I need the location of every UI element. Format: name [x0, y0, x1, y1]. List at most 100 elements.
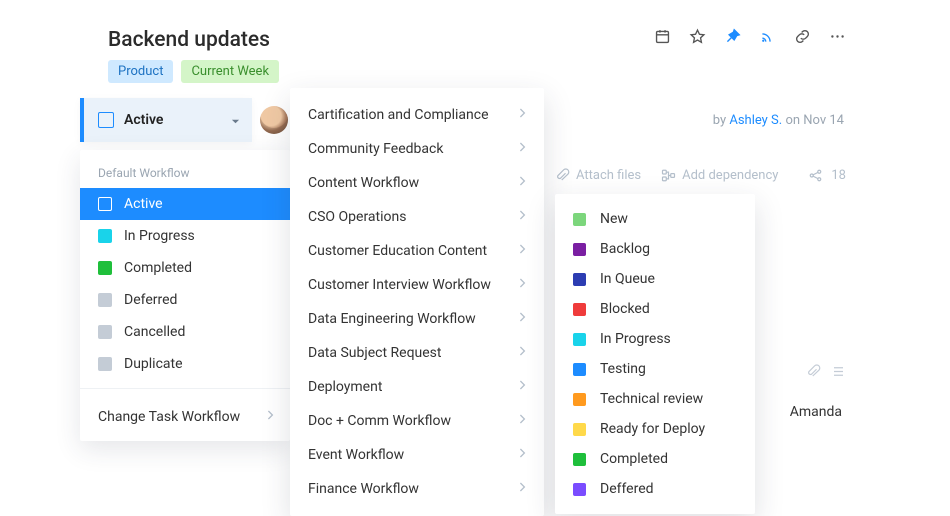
status-color-swatch — [98, 261, 112, 275]
workflow-status-label: New — [600, 211, 628, 227]
author-link[interactable]: Ashley S. — [729, 113, 782, 128]
workflow-status-option[interactable]: Backlog — [555, 234, 755, 264]
more-icon[interactable] — [829, 28, 846, 49]
status-option-label: In Progress — [124, 228, 195, 244]
change-workflow-button[interactable]: Change Task Workflow — [80, 397, 290, 435]
chevron-right-icon — [518, 243, 526, 259]
workflow-status-option[interactable]: New — [555, 204, 755, 234]
toolbar — [654, 28, 846, 49]
status-color-swatch — [98, 293, 112, 307]
workflow-option[interactable]: CSO Operations — [290, 200, 544, 234]
workflow-option-label: Deployment — [308, 379, 382, 395]
meta-row: Attach files Add dependency — [555, 168, 778, 183]
workflow-option[interactable]: Data Subject Request — [290, 336, 544, 370]
workflow-status-label: Blocked — [600, 301, 650, 317]
workflow-status-option[interactable]: Technical review — [555, 384, 755, 414]
status-color-swatch — [573, 363, 586, 376]
status-color-swatch — [98, 197, 112, 211]
workflow-status-label: Backlog — [600, 241, 650, 257]
workflow-status-option[interactable]: Completed — [555, 444, 755, 474]
workflow-status-option[interactable]: Deffered — [555, 474, 755, 504]
workflow-list-panel: Cartification and Compliance Community Fe… — [290, 88, 544, 516]
status-option-label: Duplicate — [124, 356, 183, 372]
chevron-right-icon — [518, 379, 526, 395]
status-color-swatch — [573, 243, 586, 256]
workflow-status-option[interactable]: Blocked — [555, 294, 755, 324]
workflow-status-label: Completed — [600, 451, 668, 467]
change-workflow-label: Change Task Workflow — [98, 409, 240, 425]
workflow-option-label: Data Engineering Workflow — [308, 311, 476, 327]
rss-icon[interactable] — [759, 28, 776, 49]
workflow-option[interactable]: Finance Workflow — [290, 472, 544, 506]
chevron-right-icon — [518, 209, 526, 225]
status-dropdown-panel: Default Workflow Active In Progress Comple… — [80, 150, 290, 441]
link-icon[interactable] — [794, 28, 811, 49]
byline-prefix: by — [713, 113, 730, 128]
status-color-swatch — [573, 273, 586, 286]
status-option[interactable]: In Progress — [80, 220, 290, 252]
workflow-status-option[interactable]: In Queue — [555, 264, 755, 294]
chevron-right-icon — [518, 107, 526, 123]
workflow-status-label: Deffered — [600, 481, 654, 497]
paperclip-icon[interactable] — [806, 364, 821, 383]
workflow-option[interactable]: Content Workflow — [290, 166, 544, 200]
status-color-swatch — [573, 453, 586, 466]
attach-files-label: Attach files — [576, 168, 641, 183]
tag-product[interactable]: Product — [108, 60, 173, 83]
attach-files-button[interactable]: Attach files — [555, 168, 641, 183]
workflow-option-label: Data Subject Request — [308, 345, 441, 361]
workflow-option[interactable]: Event Workflow — [290, 438, 544, 472]
chevron-right-icon — [518, 447, 526, 463]
tag-current-week[interactable]: Current Week — [181, 60, 279, 83]
calendar-icon[interactable] — [654, 28, 671, 49]
workflow-option[interactable]: Community Feedback — [290, 132, 544, 166]
status-color-swatch — [98, 229, 112, 243]
byline-date: on Nov 14 — [782, 113, 844, 128]
chevron-right-icon — [518, 311, 526, 327]
chevron-right-icon — [518, 175, 526, 191]
list-icon[interactable] — [831, 364, 846, 383]
status-option[interactable]: Deferred — [80, 284, 290, 316]
status-selector[interactable]: Active — [80, 98, 252, 142]
assignee-avatar[interactable] — [260, 106, 288, 134]
status-dropdown-header: Default Workflow — [80, 160, 290, 188]
star-icon[interactable] — [689, 28, 706, 49]
status-option[interactable]: Active — [80, 188, 290, 220]
workflow-option-label: Doc + Comm Workflow — [308, 413, 451, 429]
status-option-label: Completed — [124, 260, 192, 276]
workflow-option[interactable]: Cartification and Compliance — [290, 98, 544, 132]
workflow-option-label: Event Workflow — [308, 447, 404, 463]
status-color-swatch — [573, 483, 586, 496]
byline: by Ashley S. on Nov 14 — [713, 113, 844, 128]
status-label: Active — [124, 112, 231, 128]
status-color-swatch — [573, 303, 586, 316]
status-option[interactable]: Cancelled — [80, 316, 290, 348]
workflow-option[interactable]: Customer Education Content — [290, 234, 544, 268]
status-option[interactable]: Completed — [80, 252, 290, 284]
chevron-right-icon — [518, 141, 526, 157]
workflow-option-label: Finance Workflow — [308, 481, 419, 497]
workflow-option[interactable]: Doc + Comm Workflow — [290, 404, 544, 438]
assignee-name: Amanda — [790, 404, 842, 420]
share-count[interactable]: 18 — [808, 168, 846, 183]
workflow-status-option[interactable]: Testing — [555, 354, 755, 384]
status-color-swatch — [573, 393, 586, 406]
workflow-option-label: Community Feedback — [308, 141, 443, 157]
status-option[interactable]: Duplicate — [80, 348, 290, 380]
workflow-option[interactable]: Customer Interview Workflow — [290, 268, 544, 302]
workflow-option[interactable]: Deployment — [290, 370, 544, 404]
workflow-status-option[interactable]: In Progress — [555, 324, 755, 354]
chevron-right-icon — [266, 409, 274, 425]
workflow-option-label: Customer Interview Workflow — [308, 277, 491, 293]
add-dependency-button[interactable]: Add dependency — [661, 168, 778, 183]
status-color-swatch — [573, 423, 586, 436]
workflow-status-option[interactable]: Ready for Deploy — [555, 414, 755, 444]
workflow-option[interactable]: Data Engineering Workflow — [290, 302, 544, 336]
share-count-value: 18 — [831, 168, 846, 183]
workflow-status-label: In Queue — [600, 271, 655, 287]
workflow-statuses-panel: New Backlog In Queue Blocked In ProgressTest… — [555, 194, 755, 514]
pin-icon[interactable] — [724, 28, 741, 49]
status-checkbox-icon — [98, 112, 114, 128]
status-color-swatch — [573, 333, 586, 346]
status-option-label: Active — [124, 196, 163, 212]
